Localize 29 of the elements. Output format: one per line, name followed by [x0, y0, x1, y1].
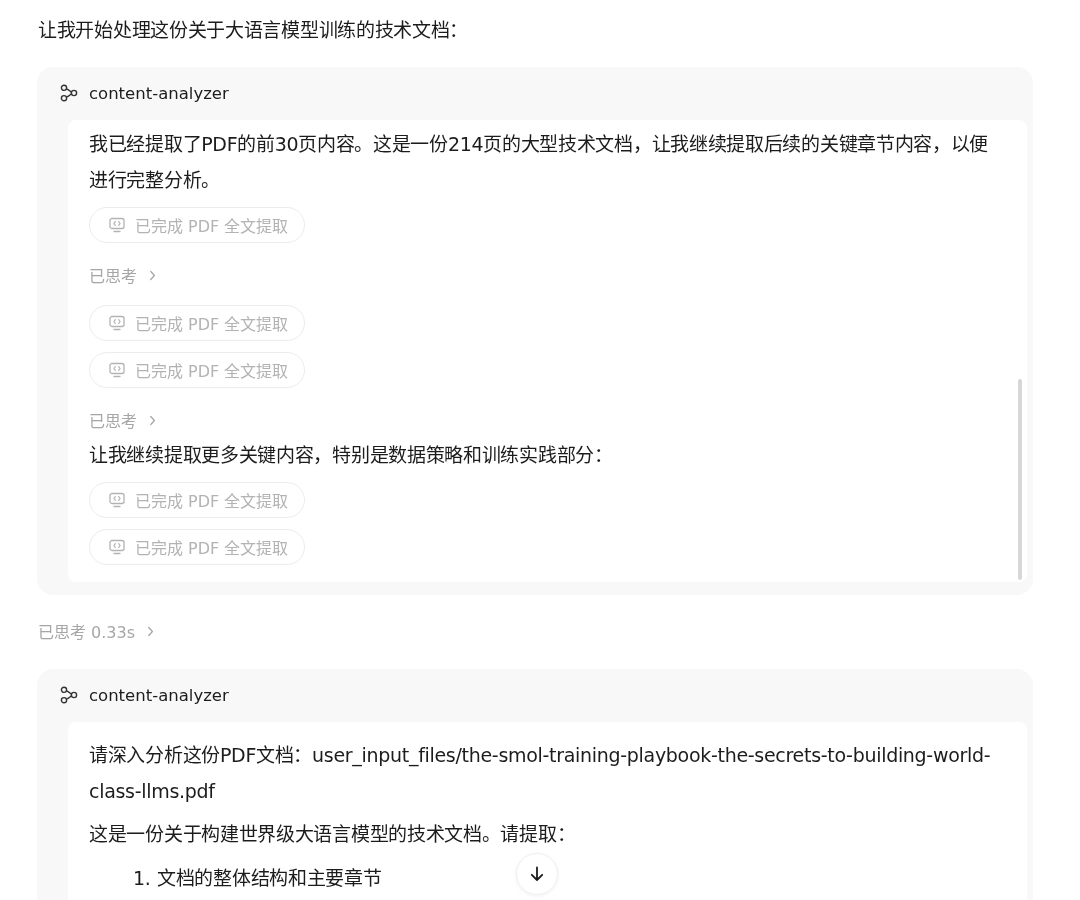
thinking-toggle[interactable]: 已思考 — [89, 407, 156, 433]
agent-name: content-analyzer — [89, 83, 229, 103]
tool-status-chip[interactable]: 已完成 PDF 全文提取 — [89, 352, 306, 388]
agent-name: content-analyzer — [89, 685, 229, 705]
tool-status-chip[interactable]: 已完成 PDF 全文提取 — [89, 305, 306, 341]
chevron-right-icon — [149, 269, 156, 281]
monitor-icon — [109, 539, 125, 555]
nodes-icon — [60, 686, 78, 704]
thinking-toggle[interactable]: 已思考 0.33s — [38, 618, 155, 644]
message-text: 我已经提取了PDF的前30页内容。这是一份214页的大型技术文档，让我继续提取后续的关键章节内容，以便进行完整分析。 — [89, 132, 990, 193]
monitor-icon — [109, 492, 125, 508]
monitor-icon — [109, 362, 125, 378]
list-item-text: 文档的整体结构和主要章节 — [157, 866, 382, 891]
scrollbar-thumb[interactable] — [1018, 379, 1022, 580]
thinking-toggle[interactable]: 已思考 — [89, 262, 156, 288]
nodes-icon — [60, 84, 78, 102]
list-number: 1. — [133, 866, 152, 891]
chevron-right-icon — [149, 414, 156, 426]
chevron-right-icon — [147, 625, 155, 637]
monitor-icon — [109, 217, 125, 233]
monitor-icon — [109, 315, 125, 331]
tool-status-chip[interactable]: 已完成 PDF 全文提取 — [89, 529, 306, 565]
message-text: 让我继续提取更多关键内容，特别是数据策略和训练实践部分： — [89, 443, 613, 468]
message-text: 让我开始处理这份关于大语言模型训练的技术文档： — [38, 18, 469, 43]
arrow-down-icon — [528, 865, 546, 883]
message-text: 请深入分析这份PDF文档：user_input_files/the-smol-training-playbook-the-secrets-to-building-world-class-llms.pdf — [89, 743, 992, 804]
tool-status-chip[interactable]: 已完成 PDF 全文提取 — [89, 207, 306, 243]
tool-status-chip[interactable]: 已完成 PDF 全文提取 — [89, 482, 306, 518]
message-text: 这是一份关于构建世界级大语言模型的技术文档。请提取： — [89, 822, 576, 847]
